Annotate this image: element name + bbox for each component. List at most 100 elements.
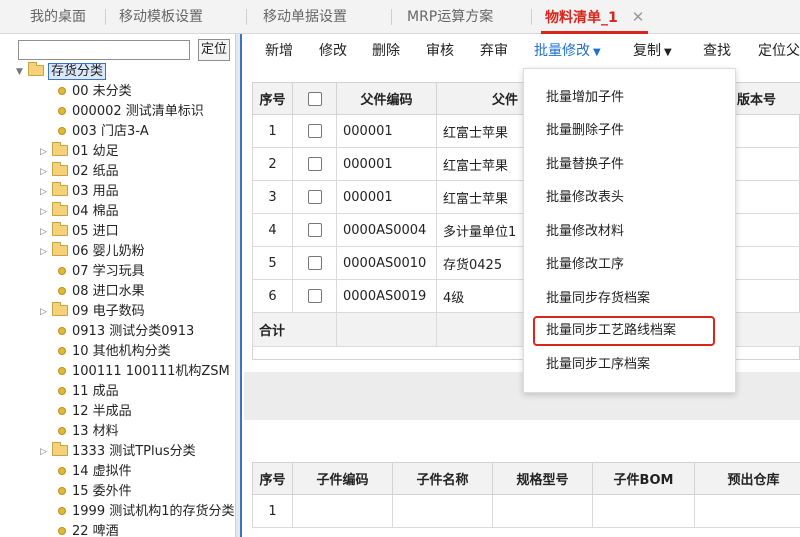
batch-edit-button[interactable]: 批量修改 ▼ [534,34,601,68]
tree-item[interactable]: 08 进口水果 [58,282,145,302]
menu-item-batch-delete-child[interactable]: 批量删除子件 [546,121,624,141]
row-checkbox-cell[interactable] [292,114,337,148]
delete-button[interactable]: 删除 [372,34,400,68]
tree-item[interactable]: ▷ 06 婴儿奶粉 [40,242,145,262]
leaf-icon [58,427,66,435]
tree-item[interactable]: 22 啤酒 [58,522,119,537]
leaf-icon [58,407,66,415]
row-checkbox-cell[interactable] [292,246,337,280]
tree-item[interactable]: 000002 测试清单标识 [58,102,204,122]
tab-mobile-document[interactable]: 移动单据设置 [263,0,347,34]
expand-arrow-icon[interactable]: ▷ [40,242,47,262]
tree-item[interactable]: 11 成品 [58,382,119,402]
child-name-cell[interactable] [392,494,493,528]
leaf-icon [58,527,66,535]
tree-item[interactable]: 13 材料 [58,422,119,442]
tab-bom-label: 物料清单_1 [545,10,618,26]
tree-item[interactable]: ▷ 09 电子数码 [40,302,145,322]
folder-icon [52,202,68,216]
add-button[interactable]: 新增 [265,34,293,68]
toolbar: 新增 修改 删除 审核 弃审 批量修改 ▼ 复制 ▼ 查找 定位父 [244,34,800,68]
collapse-arrow-icon[interactable]: ▼ [16,62,23,82]
tree-item[interactable]: 12 半成品 [58,402,132,422]
row-checkbox-cell[interactable] [292,279,337,313]
folder-icon [52,242,68,256]
tree-item[interactable]: 14 虚拟件 [58,462,132,482]
col-header-child-name: 子件名称 [392,462,493,495]
tree-root[interactable]: ▼ 存货分类 [16,62,107,82]
tab-my-desktop[interactable]: 我的桌面 [30,0,86,34]
child-code-cell[interactable] [292,494,393,528]
tree-item[interactable]: 003 门店3-A [58,122,149,142]
expand-arrow-icon[interactable]: ▷ [40,302,47,322]
menu-item-sync-routing[interactable]: 批量同步工艺路线档案 [546,321,676,341]
child-bom-cell[interactable] [592,494,695,528]
row-checkbox[interactable] [307,124,322,138]
find-button[interactable]: 查找 [703,34,731,68]
tree-item[interactable]: ▷ 03 用品 [40,182,119,202]
leaf-icon [58,467,66,475]
expand-arrow-icon[interactable]: ▷ [40,442,47,462]
menu-item-batch-edit-header[interactable]: 批量修改表头 [546,188,624,208]
abandon-audit-button[interactable]: 弃审 [480,34,508,68]
audit-button[interactable]: 审核 [426,34,454,68]
folder-icon [52,222,68,236]
pane-splitter[interactable] [236,34,242,537]
total-label: 合计 [252,312,337,347]
expand-arrow-icon[interactable]: ▷ [40,162,47,182]
row-checkbox-cell[interactable] [292,180,337,214]
tree-item[interactable]: 0913 测试分类0913 [58,322,194,342]
leaf-icon [58,387,66,395]
leaf-icon [58,327,66,335]
menu-item-batch-edit-process[interactable]: 批量修改工序 [546,255,624,275]
menu-item-sync-inventory[interactable]: 批量同步存货档案 [546,289,650,309]
tab-bom[interactable]: 物料清单_1 ✕ [541,0,649,34]
chevron-down-icon: ▼ [664,47,672,58]
row-checkbox-cell[interactable] [292,213,337,247]
tree-item[interactable]: 15 委外件 [58,482,132,502]
menu-item-batch-replace-child[interactable]: 批量替换子件 [546,155,624,175]
row-checkbox[interactable] [307,289,322,303]
tab-mrp-scheme[interactable]: MRP运算方案 [407,0,493,34]
col-header-parent-code: 父件编码 [336,82,437,115]
tree-item[interactable]: ▷ 01 幼足 [40,142,119,162]
row-number: 1 [252,114,293,148]
tree-item[interactable]: ▷ 05 进口 [40,222,119,242]
leaf-icon [58,287,66,295]
tree-item[interactable]: 100111 100111机构ZSM [58,362,230,382]
edit-button[interactable]: 修改 [319,34,347,68]
expand-arrow-icon[interactable]: ▷ [40,202,47,222]
row-checkbox[interactable] [307,256,322,270]
row-checkbox[interactable] [307,223,322,237]
tree-item[interactable]: 10 其他机构分类 [58,342,171,362]
tree-item[interactable]: 07 学习玩具 [58,262,145,282]
col-header-select[interactable] [292,82,337,115]
tree-item[interactable]: ▷ 04 棉品 [40,202,119,222]
spec-cell[interactable] [492,494,593,528]
copy-button[interactable]: 复制 ▼ [633,34,672,68]
copy-label: 复制 [633,43,661,59]
expand-arrow-icon[interactable]: ▷ [40,182,47,202]
tree-item[interactable]: ▷ 02 纸品 [40,162,119,182]
locate-button[interactable]: 定位 [198,39,230,61]
batch-edit-label: 批量修改 [534,43,590,59]
tree-item[interactable]: ▷ 1333 测试TPlus分类 [40,442,196,462]
tree-search-input[interactable] [18,40,190,60]
locate-parent-button[interactable]: 定位父 [758,34,800,68]
select-all-checkbox[interactable] [307,91,322,106]
expand-arrow-icon[interactable]: ▷ [40,222,47,242]
expand-arrow-icon[interactable]: ▷ [40,142,47,162]
row-checkbox[interactable] [307,157,322,171]
close-icon[interactable]: ✕ [632,8,645,26]
row-checkbox-cell[interactable] [292,147,337,181]
col-header-spec: 规格型号 [492,462,593,495]
tree-item[interactable]: 1999 测试机构1的存货分类 [58,502,235,522]
table-row[interactable]: 1 [252,494,800,528]
tree-item[interactable]: 00 未分类 [58,82,132,102]
row-checkbox[interactable] [307,190,322,204]
menu-item-batch-add-child[interactable]: 批量增加子件 [546,88,624,108]
tab-mobile-template[interactable]: 移动模板设置 [119,0,203,34]
menu-item-sync-process[interactable]: 批量同步工序档案 [546,355,650,375]
menu-item-batch-edit-material[interactable]: 批量修改材料 [546,222,624,242]
warehouse-cell[interactable] [694,494,800,528]
